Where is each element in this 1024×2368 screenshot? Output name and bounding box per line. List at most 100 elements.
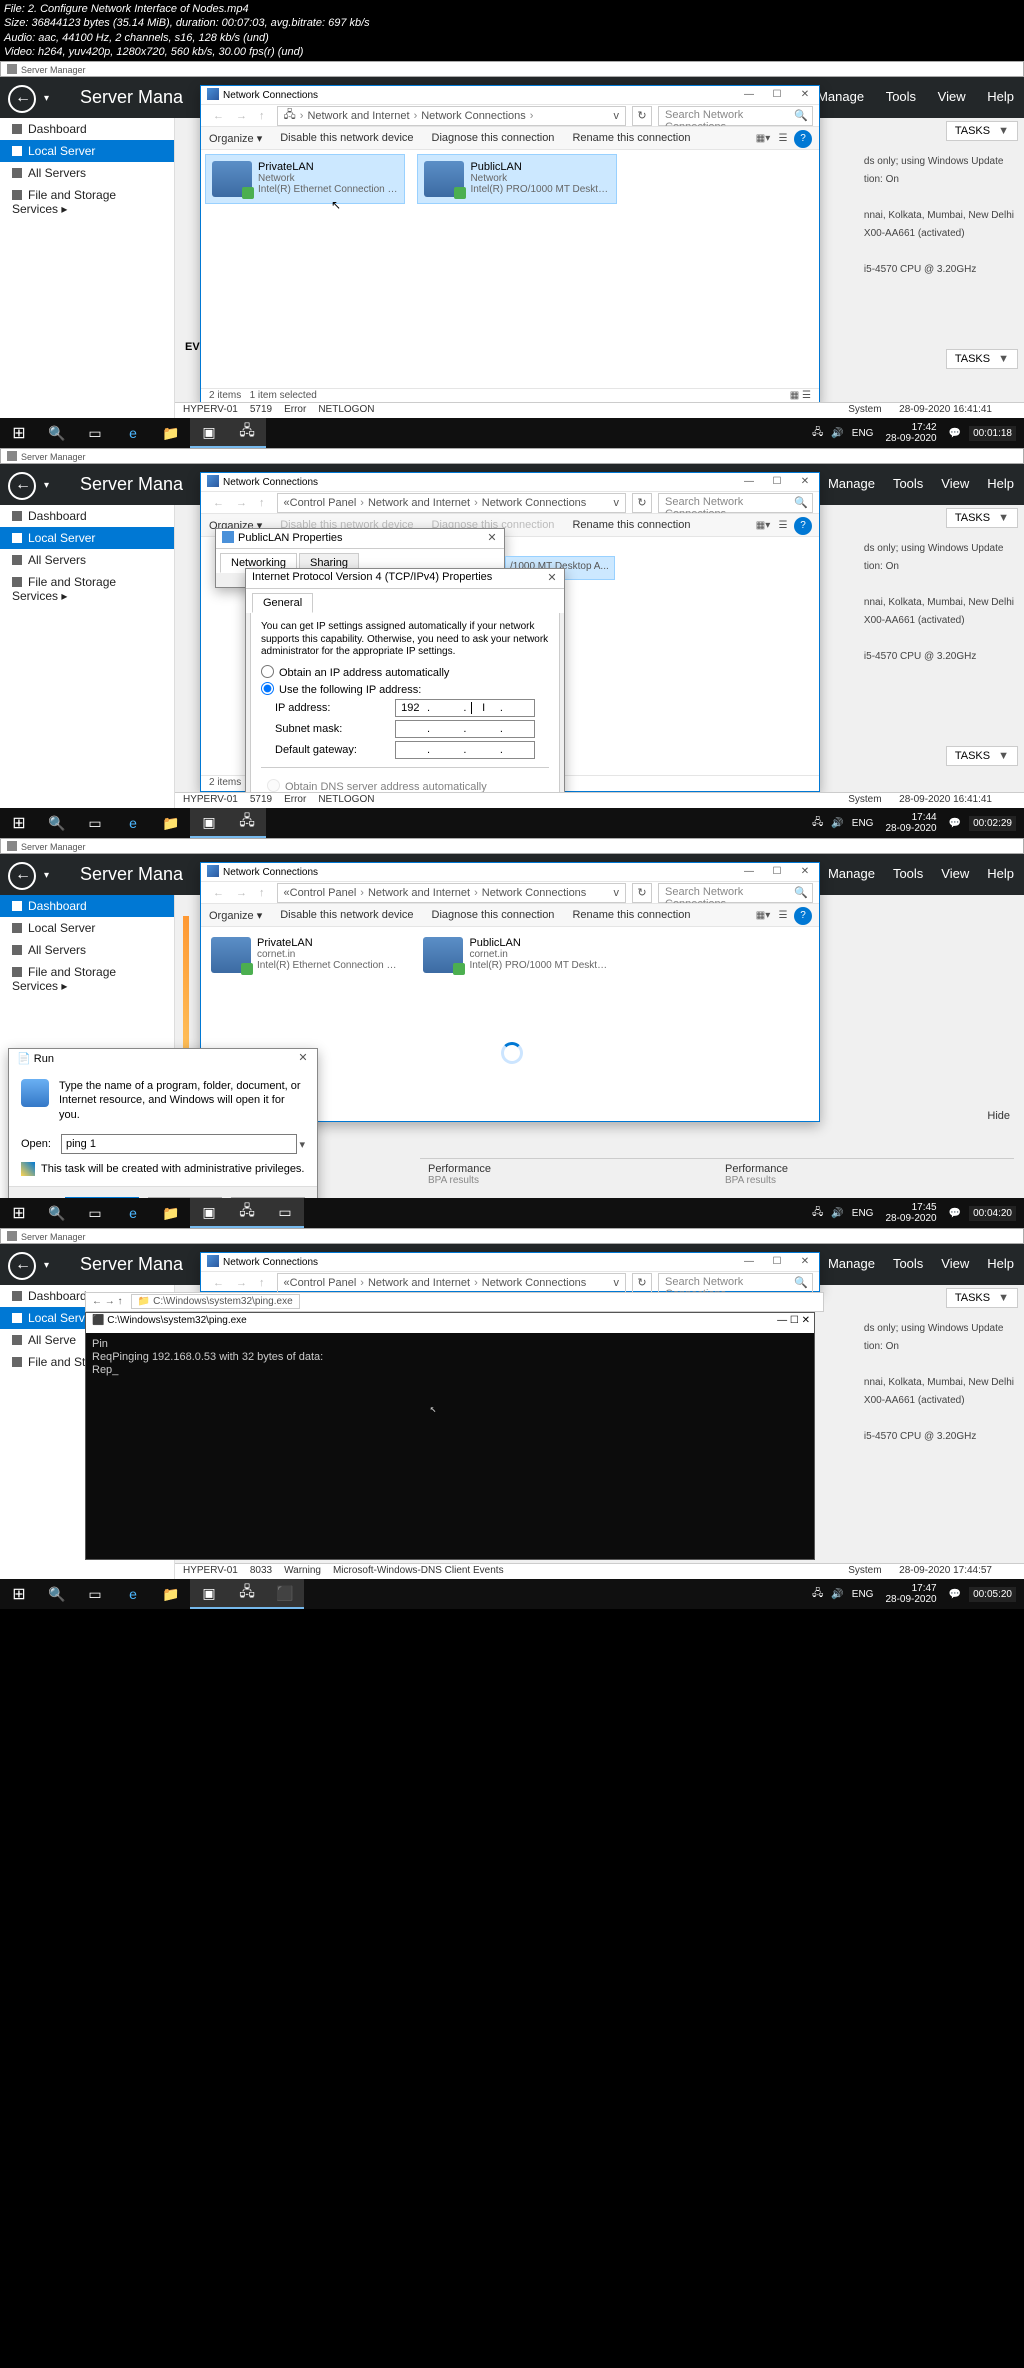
side-local-server[interactable]: Local Server [0,527,174,549]
run-input[interactable] [61,1134,297,1154]
tb-cmd[interactable]: ⬛ [266,1579,304,1609]
tb-explorer[interactable]: 📁 [152,418,190,448]
search-input[interactable]: Search Network Connections [658,106,813,126]
adapter-icon [212,161,252,197]
breadcrumb[interactable]: « Control Panel›Network and Internet›Net… [277,493,627,513]
network-connections-window: Network Connections —☐✕ ←→↑ 🖧› Network a… [200,85,820,405]
side-dashboard[interactable]: Dashboard [0,895,174,917]
tasks-dropdown[interactable]: TASKS▼ [946,508,1018,528]
subnet-mask-field[interactable]: . . . [395,720,535,738]
side-fss[interactable]: File and Storage Services ▸ [0,571,174,607]
radio-obtain-ip[interactable]: Obtain an IP address automatically [261,665,549,679]
nav-back[interactable]: ← [207,110,230,122]
close-button[interactable]: ✕ [802,1315,810,1326]
menu-tools[interactable]: Tools [893,476,923,491]
cmd-titlebar[interactable]: ⬛ C:\Windows\system32\ping.exe — ☐ ✕ [86,1313,814,1333]
tb-run[interactable]: ▭ [266,1198,304,1228]
start-button[interactable] [0,418,38,448]
nav-up[interactable]: ↑ [253,110,271,122]
event-footer: HYPERV-015719ErrorNETLOGON System 28-09-… [175,792,1024,808]
tb-taskview[interactable]: ▭ [76,418,114,448]
tray-vol-icon[interactable]: 🔊 [831,428,843,439]
vid-size: Size: 36844123 bytes (35.14 MiB), durati… [4,16,1020,30]
tb-netconn[interactable]: 🖧 [228,418,266,448]
menu-manage[interactable]: Manage [828,476,875,491]
side-dashboard[interactable]: Dashboard [0,505,174,527]
subnet-label: Subnet mask: [275,723,395,735]
radio-obtain-dns: Obtain DNS server address automatically [267,779,543,793]
tasks-dropdown-2[interactable]: TASKS▼ [946,349,1018,369]
tray-lang[interactable]: ENG [852,428,874,439]
tray-clock[interactable]: 17:4228-09-2020 [885,422,936,444]
tb-ie[interactable]: e [114,418,152,448]
view-details[interactable]: ☰ [774,133,792,151]
menu-help[interactable]: Help [987,89,1014,104]
side-fss[interactable]: File and Storage Services ▸ [0,961,174,997]
adapter-privatelan[interactable]: PrivateLANcornet.inIntel(R) Ethernet Con… [205,931,405,979]
ip-label: IP address: [275,702,395,714]
start-button[interactable] [0,808,38,838]
back-button[interactable] [8,862,36,890]
min-button[interactable]: — [777,1315,787,1326]
vid-file: File: 2. Configure Network Interface of … [4,2,1020,16]
tasks-dropdown[interactable]: TASKS▼ [946,121,1018,141]
tool-diagnose[interactable]: Diagnose this connection [432,132,555,144]
detail-act: X00-AA661 (activated) [864,225,1014,243]
min-button[interactable]: — [735,86,763,104]
hide-button[interactable]: Hide [981,1108,1016,1124]
run-titlebar[interactable]: 📄 Run✕ [9,1049,317,1069]
side-fss[interactable]: File and Storage Services ▸ [0,184,174,220]
refresh-button[interactable]: ↻ [632,106,652,126]
open-label: Open: [21,1138,61,1150]
tb-servermanager[interactable]: ▣ [190,418,228,448]
sm-window-title: Server Manager [0,838,1024,854]
tab-general[interactable]: General [252,593,313,613]
side-all-servers[interactable]: All Servers [0,939,174,961]
side-all-servers[interactable]: All Servers [0,549,174,571]
network-connections-window: Network Connections—☐✕ ←→↑ « Control Pan… [200,1252,820,1292]
dlg-title[interactable]: PublicLAN Properties✕ [216,529,504,549]
tasks-dropdown-2[interactable]: TASKS▼ [946,746,1018,766]
breadcrumb[interactable]: 🖧› Network and Internet› Network Connect… [277,106,627,126]
radio-use-ip[interactable]: Use the following IP address: [261,682,549,696]
side-local-server[interactable]: Local Server [0,917,174,939]
sm-sidebar: Dashboard Local Server All Servers File … [0,118,175,448]
close-button[interactable]: ✕ [791,86,819,104]
nav-fwd[interactable]: → [230,110,253,122]
back-button[interactable] [8,472,36,500]
tasks-dropdown[interactable]: TASKS▼ [946,1288,1018,1308]
max-button[interactable]: ☐ [790,1315,799,1326]
side-local-server[interactable]: Local Server [0,140,174,162]
side-all-servers[interactable]: All Servers [0,162,174,184]
max-button[interactable]: ☐ [763,86,791,104]
tray-net-icon[interactable]: 🖧 [812,425,823,442]
adapter-publiclan[interactable]: PublicLAN Network Intel(R) PRO/1000 MT D… [417,154,617,204]
menu-manage[interactable]: Manage [817,89,864,104]
gateway-field[interactable]: . . . [395,741,535,759]
nc-titlebar[interactable]: Network Connections —☐✕ [201,86,819,104]
run-desc: Type the name of a program, folder, docu… [59,1079,305,1122]
help-button[interactable]: ? [794,130,812,148]
tool-rename[interactable]: Rename this connection [572,132,690,144]
view-icons[interactable]: ▦▾ [754,133,772,151]
ipv4-title[interactable]: Internet Protocol Version 4 (TCP/IPv4) P… [246,569,564,589]
menu-view[interactable]: View [941,476,969,491]
back-button[interactable] [8,85,36,113]
adapter-publiclan[interactable]: PublicLANcornet.inIntel(R) PRO/1000 MT D… [417,931,617,979]
close-icon[interactable]: ✕ [293,1051,313,1067]
dropdown-icon[interactable]: ▾ [299,1138,305,1151]
tool-disable[interactable]: Disable this network device [280,132,413,144]
tray-notif-icon[interactable]: 💬 [949,428,961,439]
side-dashboard[interactable]: Dashboard [0,118,174,140]
menu-view[interactable]: View [938,89,966,104]
tb-search[interactable]: 🔍 [38,418,76,448]
menu-help[interactable]: Help [987,476,1014,491]
close-icon[interactable]: ✕ [484,531,500,547]
menu-tools[interactable]: Tools [886,89,916,104]
tool-organize[interactable]: Organize ▾ [209,132,262,145]
ip-address-field[interactable]: 192. . I. [395,699,535,717]
detail-loc: nnai, Kolkata, Mumbai, New Delhi [864,207,1014,225]
sm-window-title: Server Manager [0,448,1024,464]
close-icon[interactable]: ✕ [544,571,560,587]
adapter-privatelan[interactable]: PrivateLAN Network Intel(R) Ethernet Con… [205,154,405,204]
